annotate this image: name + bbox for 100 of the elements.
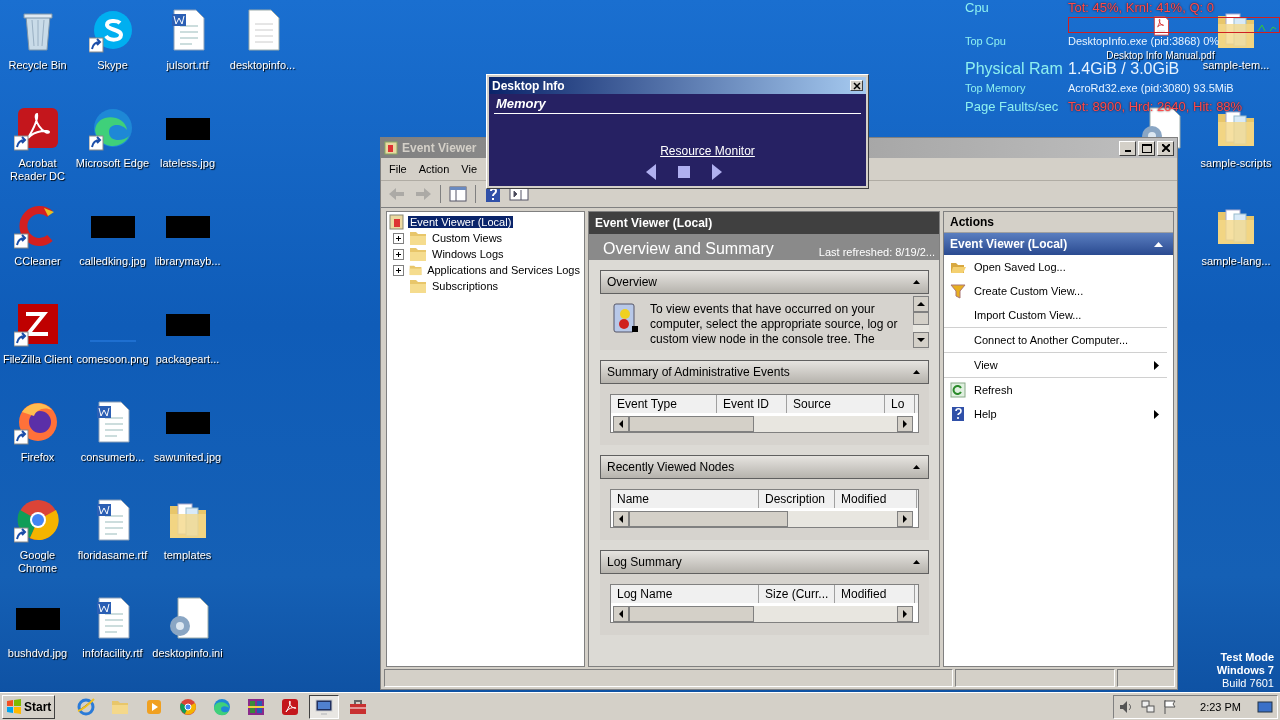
event-viewer-icon xyxy=(384,141,398,155)
column-header[interactable]: Lo xyxy=(885,395,915,413)
section-header[interactable]: Overview xyxy=(600,270,929,294)
desktop-icon-label[interactable]: sample-scripts xyxy=(1200,157,1272,170)
command-link[interactable]: Connect to Another Computer... xyxy=(944,328,1167,353)
desktop-icon-label[interactable]: librarymayb... xyxy=(154,255,221,268)
pane-header: Actions xyxy=(944,212,1173,233)
show-desktop-icon[interactable] xyxy=(1257,698,1273,715)
section-header[interactable]: Log Summary xyxy=(600,550,929,574)
horizontal-scrollbar[interactable] xyxy=(611,511,915,527)
command-link[interactable]: Help xyxy=(944,402,1167,426)
desktop-icon-label[interactable]: Skype xyxy=(97,59,128,72)
network-icon[interactable] xyxy=(1140,698,1157,715)
command-link[interactable]: Open Saved Log... xyxy=(944,255,1167,279)
expander[interactable] xyxy=(393,248,404,260)
chrome-icon xyxy=(178,696,199,717)
archive-icon xyxy=(246,696,267,717)
desktop-icon-label[interactable]: FileZilla Client xyxy=(2,353,73,366)
forward-arrow-icon xyxy=(413,185,433,203)
collapse-caret-icon[interactable] xyxy=(913,465,920,469)
event-log-book-icon xyxy=(612,302,640,336)
desktop-icon-label[interactable]: floridasame.rtf xyxy=(77,549,148,562)
vertical-scrollbar[interactable] xyxy=(913,296,929,348)
window-title: Desktop Info xyxy=(492,78,565,93)
desktop-icon-label[interactable]: sample-lang... xyxy=(1201,255,1271,268)
action-center-flag-icon[interactable] xyxy=(1162,698,1179,715)
desktop-icon-label[interactable]: consumerb... xyxy=(80,451,145,464)
taskbar-button[interactable] xyxy=(309,694,340,719)
column-header[interactable]: Description xyxy=(759,490,835,508)
column-header[interactable]: Log Name xyxy=(611,585,759,603)
collapse-caret-icon[interactable] xyxy=(1154,241,1163,247)
monitor-value: Tot: 8900, Hrd: 2640, Hit: 88% xyxy=(1068,99,1243,114)
collapse-caret-icon[interactable] xyxy=(913,280,920,284)
overview-text: To view events that have occurred on your computer, select the appropriate source, log or custom view node in the console tree. The xyxy=(650,301,899,347)
browser-icon xyxy=(76,696,97,717)
monitor-icon xyxy=(314,696,335,717)
monitor-label: Page Faults/sec xyxy=(965,99,1060,114)
column-header[interactable]: Modified xyxy=(835,585,915,603)
help-icon xyxy=(950,406,966,422)
expander[interactable] xyxy=(393,232,404,244)
folder-icon xyxy=(409,230,427,246)
clock[interactable]: 2:23 PM xyxy=(1200,700,1241,713)
stop-icon[interactable] xyxy=(677,166,690,178)
group-title: Event Viewer (Local) xyxy=(950,237,1068,251)
desktop-icon-label[interactable]: Desktop Info Manual.pdf xyxy=(1106,50,1215,61)
desktop-icon-label[interactable]: CCleaner xyxy=(14,255,61,268)
desktop-icon-label[interactable]: packageart... xyxy=(155,353,220,366)
previous-icon[interactable] xyxy=(645,164,656,180)
desktop-icon-label[interactable]: Recycle Bin xyxy=(8,59,67,72)
column-header[interactable]: Modified xyxy=(835,490,917,508)
page-title: Overview and Summary xyxy=(603,240,774,258)
desktop-icon-label[interactable]: lateless.jpg xyxy=(159,157,215,170)
close-button[interactable] xyxy=(850,80,863,91)
desktop-icon-label[interactable]: Microsoft Edge xyxy=(75,157,150,170)
column-header[interactable]: Event ID xyxy=(717,395,787,413)
desktop-icon-label[interactable]: comesoon.png xyxy=(76,353,149,366)
expander[interactable] xyxy=(393,264,404,276)
column-header[interactable]: Event Type xyxy=(611,395,717,413)
section-heading: Memory xyxy=(494,94,861,114)
desktop-icon-label[interactable]: Google Chrome xyxy=(0,549,75,575)
desktop-icon-label[interactable]: julsort.rtf xyxy=(166,59,209,72)
command-link[interactable]: Create Custom View... xyxy=(944,279,1167,303)
desktop-icon-label[interactable]: desktopinfo.ini xyxy=(152,647,223,660)
last-refreshed-text: Last refreshed: 8/19/2... xyxy=(818,246,935,258)
horizontal-scrollbar[interactable] xyxy=(611,416,915,432)
command-link[interactable]: Refresh xyxy=(944,378,1167,402)
tree-item[interactable]: Windows Logs xyxy=(430,248,506,260)
next-icon[interactable] xyxy=(711,164,722,180)
start-button[interactable]: Start xyxy=(2,694,56,719)
menu-item[interactable]: Vie xyxy=(455,163,483,175)
section-header[interactable]: Summary of Administrative Events xyxy=(600,360,929,384)
desktop-icon-label[interactable]: calledking.jpg xyxy=(79,255,146,268)
actions-group-header[interactable]: Event Viewer (Local) xyxy=(944,233,1173,255)
monitor-label: Top Cpu xyxy=(965,35,1007,47)
desktop-icon-label[interactable]: desktopinfo... xyxy=(229,59,296,72)
column-header[interactable]: Name xyxy=(611,490,759,508)
column-header[interactable]: Size (Curr... xyxy=(759,585,835,603)
desktop-icon-label[interactable]: Acrobat Reader DC xyxy=(0,157,75,183)
section-header[interactable]: Recently Viewed Nodes xyxy=(600,455,929,479)
desktop-icon-label[interactable]: templates xyxy=(163,549,212,562)
desktop-icon-label[interactable]: Firefox xyxy=(20,451,55,464)
tree-item[interactable]: Event Viewer (Local) xyxy=(408,216,514,228)
tree-item[interactable]: Applications and Services Logs xyxy=(425,264,582,276)
command-link[interactable]: View xyxy=(944,353,1167,378)
tree-item[interactable]: Custom Views xyxy=(430,232,505,244)
horizontal-scrollbar[interactable] xyxy=(611,606,915,622)
desktop-icon-label[interactable]: infofacility.rtf xyxy=(82,647,143,660)
menu-item[interactable]: File xyxy=(383,163,413,175)
command-link[interactable]: Import Custom View... xyxy=(944,303,1167,328)
status-pane xyxy=(1117,669,1175,687)
resource-monitor-link[interactable]: Resource Monitor xyxy=(660,144,755,158)
menu-item[interactable]: Action xyxy=(412,163,456,175)
collapse-caret-icon[interactable] xyxy=(913,560,920,564)
collapse-caret-icon[interactable] xyxy=(913,370,920,374)
minimize-icon xyxy=(1124,150,1131,152)
desktop-icon-label[interactable]: sawunited.jpg xyxy=(153,451,222,464)
section-title: Summary of Administrative Events xyxy=(607,365,790,379)
desktop-icon-label[interactable]: bushdvd.jpg xyxy=(7,647,68,660)
column-header[interactable]: Source xyxy=(787,395,885,413)
tree-item[interactable]: Subscriptions xyxy=(430,280,501,292)
